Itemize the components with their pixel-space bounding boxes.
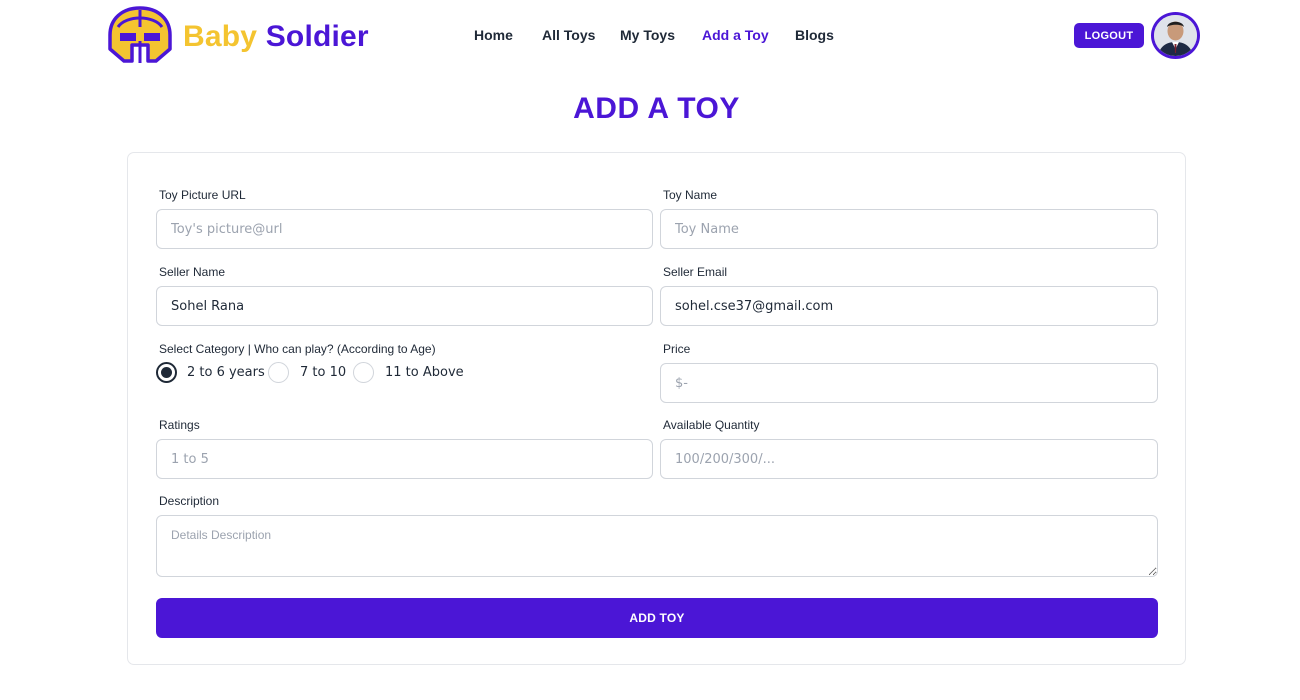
- category-radio-7-10[interactable]: [268, 362, 289, 383]
- helmet-logo-icon[interactable]: [106, 5, 174, 69]
- nav-my-toys[interactable]: My Toys: [620, 26, 675, 44]
- ratings-input[interactable]: [156, 439, 653, 479]
- add-toy-button[interactable]: ADD TOY: [156, 598, 1158, 638]
- nav-home[interactable]: Home: [474, 26, 513, 44]
- ratings-label: Ratings: [159, 418, 200, 432]
- category-label: Select Category | Who can play? (Accordi…: [159, 342, 436, 356]
- user-avatar[interactable]: [1151, 12, 1200, 59]
- nav-all-toys[interactable]: All Toys: [542, 26, 595, 44]
- toy-picture-label: Toy Picture URL: [159, 188, 246, 202]
- category-radio-2-6[interactable]: [156, 362, 177, 383]
- nav-add-a-toy[interactable]: Add a Toy: [702, 26, 769, 44]
- category-option-label: 11 to Above: [385, 365, 464, 380]
- toy-picture-input[interactable]: [156, 209, 653, 249]
- quantity-label: Available Quantity: [663, 418, 760, 432]
- quantity-input[interactable]: [660, 439, 1158, 479]
- header: Baby Soldier Home All Toys My Toys Add a…: [0, 0, 1300, 72]
- price-label: Price: [663, 342, 691, 356]
- nav-blogs[interactable]: Blogs: [795, 26, 834, 44]
- page-title: ADD A TOY: [573, 92, 740, 125]
- seller-name-input[interactable]: [156, 286, 653, 326]
- seller-name-label: Seller Name: [159, 265, 226, 279]
- add-toy-form: Toy Picture URL Toy Name Seller Name Sel…: [127, 152, 1186, 665]
- category-radio-11-above[interactable]: [353, 362, 374, 383]
- logout-button[interactable]: LOGOUT: [1074, 23, 1144, 48]
- price-input[interactable]: [660, 363, 1158, 403]
- seller-email-input[interactable]: [660, 286, 1158, 326]
- brand-name-part2: Soldier: [265, 20, 369, 53]
- avatar-image: [1154, 15, 1197, 56]
- seller-email-label: Seller Email: [663, 265, 728, 279]
- brand-name-part1: Baby: [183, 20, 258, 53]
- brand-name[interactable]: Baby Soldier: [183, 19, 369, 55]
- description-textarea[interactable]: [156, 515, 1158, 577]
- toy-name-label: Toy Name: [663, 188, 718, 202]
- description-label: Description: [159, 494, 220, 508]
- toy-name-input[interactable]: [660, 209, 1158, 249]
- category-option-label: 7 to 10: [300, 365, 347, 380]
- category-option-label: 2 to 6 years: [187, 365, 265, 380]
